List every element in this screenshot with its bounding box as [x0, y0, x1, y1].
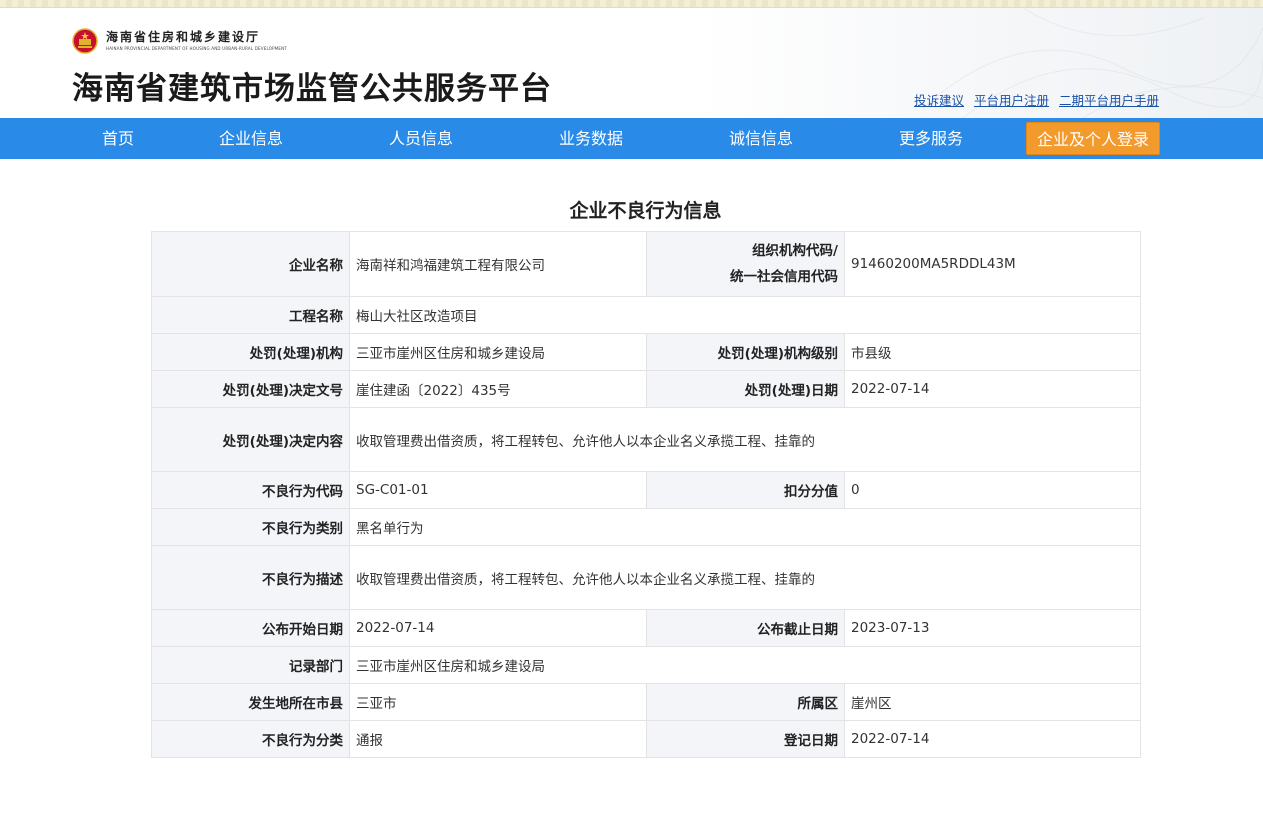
decision-no-label: 处罚(处理)决定文号 — [151, 370, 350, 408]
project-name-value: 梅山大社区改造项目 — [349, 296, 1141, 334]
table-row: 企业名称 海南祥和鸿福建筑工程有限公司 组织机构代码/ 统一社会信用代码 914… — [151, 231, 1141, 297]
top-decor-strip — [0, 0, 1263, 8]
manual-link[interactable]: 二期平台用户手册 — [1059, 93, 1159, 108]
nav-home[interactable]: 首页 — [78, 118, 158, 159]
behavior-code-value: SG-C01-01 — [349, 471, 647, 509]
site-title: 海南省建筑市场监管公共服务平台 — [72, 71, 552, 107]
nav-credit-info[interactable]: 诚信信息 — [716, 118, 806, 159]
behavior-desc-label: 不良行为描述 — [151, 545, 350, 610]
publish-end-value: 2023-07-13 — [844, 609, 1141, 647]
deduction-label: 扣分分值 — [646, 471, 845, 509]
city-label: 发生地所在市县 — [151, 683, 350, 721]
table-row: 不良行为分类 通报 登记日期 2022-07-14 — [151, 720, 1141, 758]
top-links: 投诉建议 平台用户注册 二期平台用户手册 — [914, 90, 1165, 109]
register-date-label: 登记日期 — [646, 720, 845, 758]
org-code-label: 组织机构代码/ 统一社会信用代码 — [646, 231, 845, 297]
district-value: 崖州区 — [844, 683, 1141, 721]
complaint-link[interactable]: 投诉建议 — [914, 93, 964, 108]
main-nav: 首页 企业信息 人员信息 业务数据 诚信信息 更多服务 企业及个人登录 — [0, 118, 1263, 159]
national-emblem-icon — [72, 28, 98, 54]
penalty-agency-value: 三亚市崖州区住房和城乡建设局 — [349, 333, 647, 371]
publish-start-label: 公布开始日期 — [151, 609, 350, 647]
org-code-label-line2: 统一社会信用代码 — [730, 269, 838, 285]
table-row: 不良行为代码 SG-C01-01 扣分分值 0 — [151, 471, 1141, 509]
city-value: 三亚市 — [349, 683, 647, 721]
table-row: 公布开始日期 2022-07-14 公布截止日期 2023-07-13 — [151, 609, 1141, 647]
login-button[interactable]: 企业及个人登录 — [1026, 122, 1160, 155]
publish-start-value: 2022-07-14 — [349, 609, 647, 647]
table-row: 处罚(处理)机构 三亚市崖州区住房和城乡建设局 处罚(处理)机构级别 市县级 — [151, 333, 1141, 371]
bad-behavior-info-table: 企业名称 海南祥和鸿福建筑工程有限公司 组织机构代码/ 统一社会信用代码 914… — [151, 231, 1141, 758]
department-name-english: HAINAN PROVINCIAL DEPARTMENT OF HOUSING … — [106, 46, 287, 51]
agency-level-label: 处罚(处理)机构级别 — [646, 333, 845, 371]
page-title: 企业不良行为信息 — [569, 200, 722, 222]
register-date-value: 2022-07-14 — [844, 720, 1141, 758]
department-name: 海南省住房和城乡建设厅 — [106, 30, 261, 44]
record-dept-label: 记录部门 — [151, 646, 350, 684]
district-label: 所属区 — [646, 683, 845, 721]
site-header: 海南省住房和城乡建设厅 HAINAN PROVINCIAL DEPARTMENT… — [0, 8, 1263, 118]
decision-content-value: 收取管理费出借资质，将工程转包、允许他人以本企业名义承揽工程、挂靠的 — [349, 407, 1141, 472]
decision-content-label: 处罚(处理)决定内容 — [151, 407, 350, 472]
org-code-label-line1: 组织机构代码/ — [752, 243, 838, 259]
nav-enterprise-info[interactable]: 企业信息 — [206, 118, 296, 159]
agency-level-value: 市县级 — [844, 333, 1141, 371]
org-code-value: 91460200MA5RDDL43M — [844, 231, 1141, 297]
behavior-desc-value: 收取管理费出借资质，将工程转包、允许他人以本企业名义承揽工程、挂靠的 — [349, 545, 1141, 610]
decision-no-value: 崖住建函〔2022〕435号 — [349, 370, 647, 408]
penalty-date-value: 2022-07-14 — [844, 370, 1141, 408]
behavior-type-value: 黑名单行为 — [349, 508, 1141, 546]
publish-end-label: 公布截止日期 — [646, 609, 845, 647]
penalty-date-label: 处罚(处理)日期 — [646, 370, 845, 408]
classification-value: 通报 — [349, 720, 647, 758]
penalty-agency-label: 处罚(处理)机构 — [151, 333, 350, 371]
nav-more-services[interactable]: 更多服务 — [886, 118, 976, 159]
table-row: 不良行为类别 黑名单行为 — [151, 508, 1141, 546]
table-row: 不良行为描述 收取管理费出借资质，将工程转包、允许他人以本企业名义承揽工程、挂靠… — [151, 545, 1141, 610]
table-row: 发生地所在市县 三亚市 所属区 崖州区 — [151, 683, 1141, 721]
register-link[interactable]: 平台用户注册 — [974, 93, 1049, 108]
table-row: 处罚(处理)决定内容 收取管理费出借资质，将工程转包、允许他人以本企业名义承揽工… — [151, 407, 1141, 472]
table-row: 记录部门 三亚市崖州区住房和城乡建设局 — [151, 646, 1141, 684]
table-row: 处罚(处理)决定文号 崖住建函〔2022〕435号 处罚(处理)日期 2022-… — [151, 370, 1141, 408]
table-row: 工程名称 梅山大社区改造项目 — [151, 296, 1141, 334]
record-dept-value: 三亚市崖州区住房和城乡建设局 — [349, 646, 1141, 684]
company-name-value: 海南祥和鸿福建筑工程有限公司 — [349, 231, 647, 297]
nav-personnel-info[interactable]: 人员信息 — [376, 118, 466, 159]
classification-label: 不良行为分类 — [151, 720, 350, 758]
nav-business-data[interactable]: 业务数据 — [546, 118, 636, 159]
company-name-label: 企业名称 — [151, 231, 350, 297]
behavior-code-label: 不良行为代码 — [151, 471, 350, 509]
project-name-label: 工程名称 — [151, 296, 350, 334]
behavior-type-label: 不良行为类别 — [151, 508, 350, 546]
deduction-value: 0 — [844, 471, 1141, 509]
